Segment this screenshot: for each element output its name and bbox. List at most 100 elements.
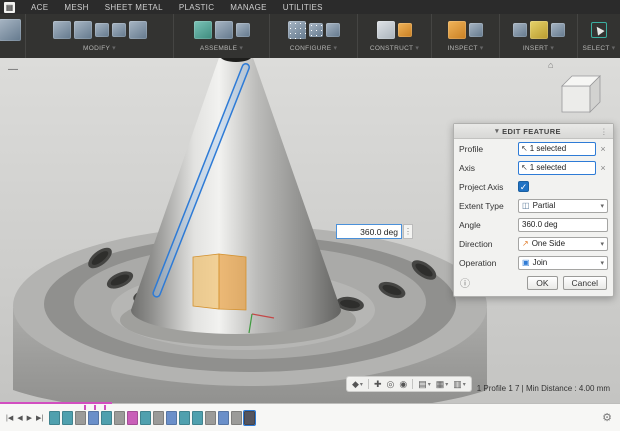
- orbit-icon: ◎: [386, 379, 394, 390]
- extent-type-dropdown[interactable]: ◫ Partial ▾: [518, 199, 608, 213]
- gear-icon[interactable]: ⚙: [602, 411, 620, 424]
- profile-clear-icon[interactable]: ×: [598, 144, 608, 154]
- timeline-selection-tick: [94, 405, 96, 410]
- operation-dropdown[interactable]: ▣ Join ▾: [518, 256, 608, 270]
- tool-icon[interactable]: [53, 21, 71, 39]
- menu-tab-manage[interactable]: MANAGE: [230, 3, 266, 12]
- timeline-feature-icon[interactable]: [62, 411, 73, 425]
- info-icon[interactable]: ⓘ: [460, 275, 470, 290]
- timeline-feature-icon[interactable]: [127, 411, 138, 425]
- tool-icon[interactable]: [74, 21, 92, 39]
- operation-label: Operation: [459, 258, 518, 268]
- toolbar-group-modify: MODIFY ▾: [26, 14, 174, 58]
- toolbar-label-configure[interactable]: CONFIGURE ▾: [290, 44, 338, 52]
- axis-selection-box[interactable]: ↖ 1 selected: [518, 161, 596, 175]
- floating-angle-input-group: ⋮: [336, 224, 413, 239]
- tool-icon[interactable]: [0, 19, 21, 41]
- angle-input-floating[interactable]: [336, 224, 402, 239]
- tool-icon[interactable]: [95, 23, 109, 37]
- tool-icon[interactable]: [129, 21, 147, 39]
- app-grid-icon[interactable]: ▦: [4, 2, 15, 13]
- tool-icon[interactable]: [377, 21, 395, 39]
- tool-icon[interactable]: [398, 23, 412, 37]
- timeline-feature-icon[interactable]: [205, 411, 216, 425]
- display-settings-button[interactable]: ▤ ▾: [418, 379, 431, 390]
- timeline-feature-icon[interactable]: [75, 411, 86, 425]
- chevron-down-icon: ▾: [112, 44, 116, 52]
- toolbar-label-construct[interactable]: CONSTRUCT ▾: [370, 44, 419, 52]
- menu-tab-plastic[interactable]: PLASTIC: [179, 3, 214, 12]
- home-icon[interactable]: ⌂: [548, 60, 553, 70]
- ok-button[interactable]: OK: [527, 276, 557, 290]
- timeline-feature-icon[interactable]: [153, 411, 164, 425]
- menu-tab-sheet-metal[interactable]: SHEET METAL: [105, 3, 163, 12]
- timeline-feature-icon[interactable]: [49, 411, 60, 425]
- viewport-3d[interactable]: — ⌂ ▾ EDIT FEATURE ⋮ Profile ↖: [0, 58, 620, 403]
- tool-icon[interactable]: [448, 21, 466, 39]
- tool-icon[interactable]: [236, 23, 250, 37]
- chevron-down-icon: ▾: [612, 44, 616, 52]
- drag-handle-icon[interactable]: ⋮: [403, 224, 413, 239]
- menu-tab-mesh[interactable]: MESH: [64, 3, 88, 12]
- tool-icon[interactable]: [469, 23, 483, 37]
- timeline-feature-icon[interactable]: [101, 411, 112, 425]
- axis-selection-value: 1 selected: [530, 163, 566, 172]
- timeline-feature-icon[interactable]: [88, 411, 99, 425]
- tool-icon[interactable]: [309, 23, 323, 37]
- project-axis-checkbox[interactable]: ✓: [518, 181, 529, 192]
- tool-icon[interactable]: [513, 23, 527, 37]
- toolbar-label-inspect[interactable]: INSPECT ▾: [447, 44, 483, 52]
- row-extent-type: Extent Type ◫ Partial ▾: [454, 196, 613, 215]
- step-back-button[interactable]: ◀: [17, 414, 22, 422]
- timeline-feature-icon[interactable]: [114, 411, 125, 425]
- axis-clear-icon[interactable]: ×: [598, 163, 608, 173]
- drag-handle-icon[interactable]: ⋮: [600, 127, 608, 136]
- marking-menu-icon: ◆: [352, 379, 359, 390]
- select-tool-icon[interactable]: [591, 22, 607, 38]
- tool-icon[interactable]: [194, 21, 212, 39]
- dialog-title: EDIT FEATURE: [502, 127, 561, 136]
- toolbar-label-insert[interactable]: INSERT ▾: [523, 44, 554, 52]
- pan-button[interactable]: ✚: [374, 379, 382, 390]
- toolbar-group-insert: INSERT ▾: [500, 14, 578, 58]
- orbit-button[interactable]: ◎: [386, 379, 394, 390]
- menu-tab-surface[interactable]: ACE: [31, 3, 48, 12]
- marking-menu-button[interactable]: ◆ ▾: [352, 379, 363, 390]
- menu-tab-utilities[interactable]: UTILITIES: [283, 3, 323, 12]
- tool-icon[interactable]: [551, 23, 565, 37]
- toolbar-label-text: SELECT: [583, 45, 610, 52]
- look-at-button[interactable]: ◉: [399, 379, 407, 390]
- timeline-selection-tick: [104, 405, 106, 410]
- timeline-feature-icon[interactable]: [179, 411, 190, 425]
- toolbar-label-select[interactable]: SELECT ▾: [583, 44, 616, 52]
- tool-icon[interactable]: [112, 23, 126, 37]
- play-button[interactable]: ▶: [27, 414, 32, 422]
- toolbar-label-modify[interactable]: MODIFY ▾: [83, 44, 116, 52]
- toolbar-label-assemble[interactable]: ASSEMBLE ▾: [200, 44, 243, 52]
- timeline: |◀ ◀ ▶ ▶| ⚙: [0, 403, 620, 431]
- grid-settings-button[interactable]: ▦ ▾: [436, 379, 449, 390]
- cancel-button[interactable]: Cancel: [563, 276, 607, 290]
- tool-icon[interactable]: [326, 23, 340, 37]
- timeline-feature-icon[interactable]: [140, 411, 151, 425]
- skip-end-button[interactable]: ▶|: [36, 414, 43, 422]
- browser-collapse-icon[interactable]: —: [8, 64, 18, 75]
- timeline-feature-icon[interactable]: [231, 411, 242, 425]
- angle-input[interactable]: 360.0 deg: [518, 218, 608, 232]
- tool-icon[interactable]: [530, 21, 548, 39]
- direction-dropdown[interactable]: ↗ One Side ▾: [518, 237, 608, 251]
- tool-icon[interactable]: [288, 21, 306, 39]
- sketch-plane[interactable]: [193, 254, 246, 310]
- timeline-feature-icon[interactable]: [244, 411, 255, 425]
- profile-selection-box[interactable]: ↖ 1 selected: [518, 142, 596, 156]
- dialog-header[interactable]: ▾ EDIT FEATURE ⋮: [454, 124, 613, 139]
- timeline-feature-icon[interactable]: [218, 411, 229, 425]
- toolbar-label-text: CONSTRUCT: [370, 45, 414, 52]
- viewports-button[interactable]: ▥ ▾: [453, 379, 466, 390]
- timeline-feature-icon[interactable]: [166, 411, 177, 425]
- tool-icon[interactable]: [215, 21, 233, 39]
- view-cube[interactable]: ⌂: [550, 62, 606, 118]
- timeline-feature-icon[interactable]: [192, 411, 203, 425]
- navigation-toolbar: ◆ ▾ ✚ ◎ ◉ ▤ ▾ ▦ ▾ ▥ ▾: [346, 376, 472, 392]
- skip-start-button[interactable]: |◀: [6, 414, 13, 422]
